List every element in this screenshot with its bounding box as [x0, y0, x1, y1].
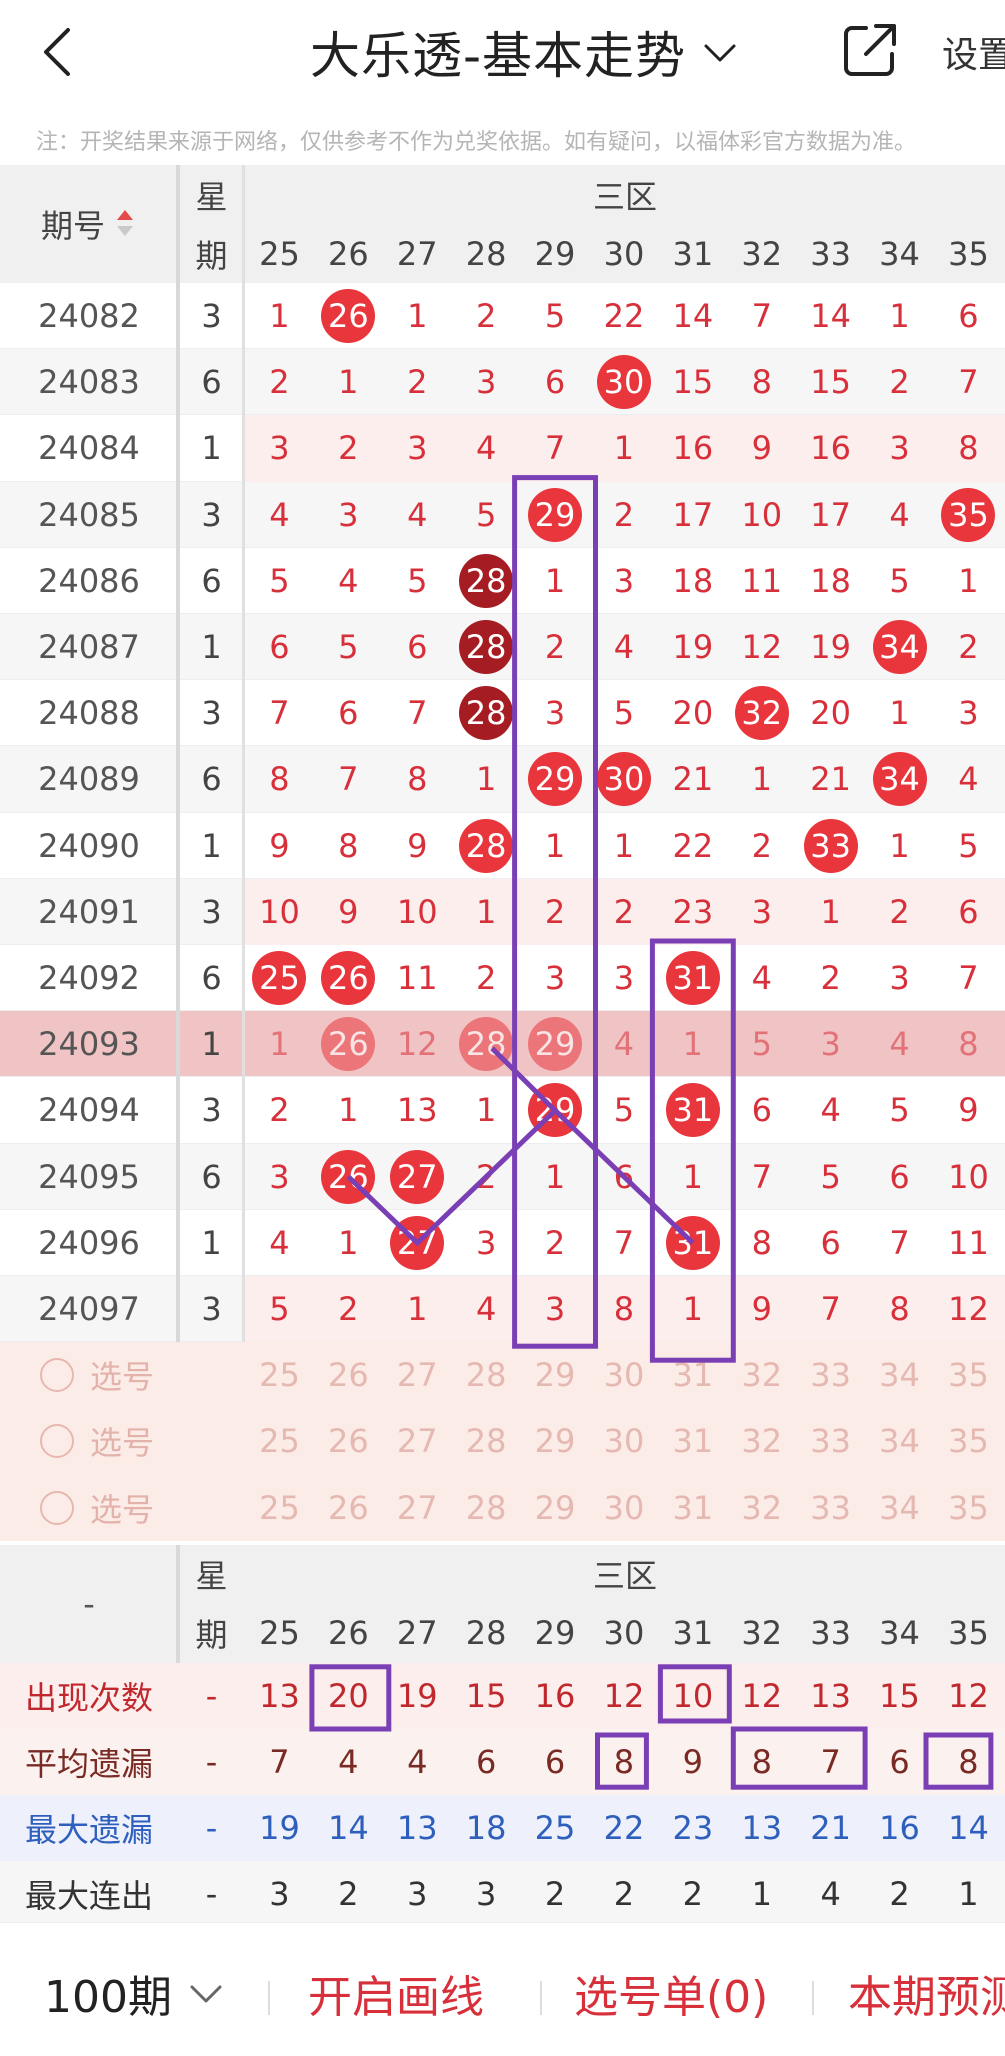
header-bar: 大乐透-基本走势 设置 [0, 0, 1005, 110]
draw-lines-button[interactable]: 开启画线 [308, 1961, 484, 2025]
settings-button[interactable]: 设置 [942, 26, 1005, 78]
prediction-button[interactable]: 本期预测 [848, 1961, 1005, 2025]
page-title: 大乐透-基本走势 [310, 27, 687, 85]
share-external-icon [844, 24, 896, 76]
annotation-overlay [309, 475, 994, 1790]
bottom-toolbar: 100期 开启画线 选号单(0) 本期预测 [0, 1922, 1005, 2056]
disclaimer-notice: 注：开奖结果来源于网络，仅供参考不作为兑奖依据。如有疑问，以福体彩官方数据为准。 [36, 130, 917, 155]
selection-list-button[interactable]: 选号单(0) [574, 1961, 768, 2025]
chevron-down-icon [704, 44, 736, 62]
period-count-selector[interactable]: 100期 [44, 1961, 226, 2025]
chevron-down-icon [190, 1985, 222, 2003]
chevron-left-icon [44, 28, 70, 76]
divider [268, 1981, 270, 2015]
title-dropdown[interactable]: 大乐透-基本走势 [310, 14, 740, 90]
share-button[interactable] [838, 18, 902, 82]
period-count-label: 100期 [44, 1972, 172, 2023]
divider [812, 1981, 814, 2015]
divider [540, 1981, 542, 2015]
back-button[interactable] [30, 20, 90, 84]
